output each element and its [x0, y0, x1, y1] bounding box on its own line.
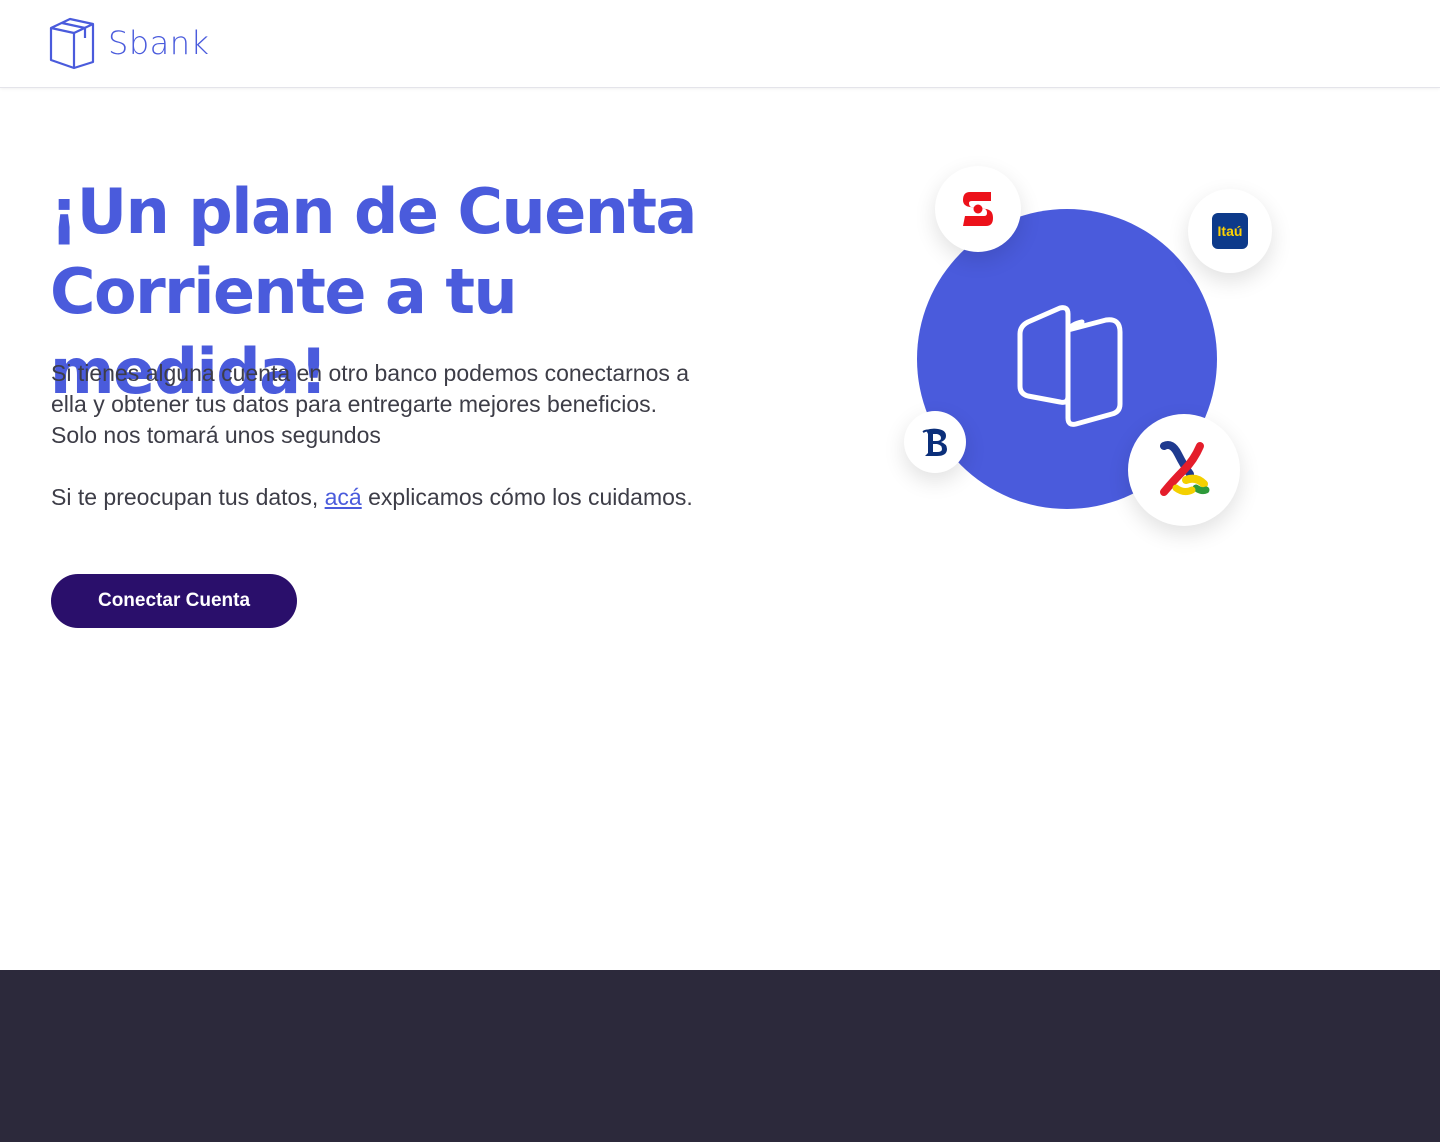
- connect-account-button[interactable]: Conectar Cuenta: [51, 574, 297, 628]
- itau-bubble: Itaú: [1188, 189, 1272, 273]
- sbank-logo-icon: [49, 17, 95, 70]
- privacy-note: Si te preocupan tus datos, acá explicamo…: [51, 482, 693, 513]
- sbank-mark-icon: [1017, 305, 1123, 427]
- site-footer: [0, 970, 1440, 1142]
- scotiabank-logo-icon: [963, 192, 993, 226]
- falabella-bubble: [1128, 414, 1240, 526]
- hero-title-line-1: ¡Un plan de Cuenta: [50, 175, 697, 248]
- privacy-link[interactable]: acá: [325, 484, 362, 510]
- scotiabank-bubble: [935, 166, 1021, 252]
- privacy-note-before: Si te preocupan tus datos,: [51, 484, 325, 510]
- bice-logo-icon: [922, 428, 947, 456]
- hero-description: Si tienes alguna cuenta en otro banco po…: [51, 358, 751, 451]
- site-header: Sbank: [0, 0, 1440, 88]
- bice-bubble: [904, 411, 966, 473]
- brand-logo-link[interactable]: Sbank: [48, 16, 210, 70]
- privacy-note-after: explicamos cómo los cuidamos.: [361, 484, 693, 510]
- itau-logo-icon: Itaú: [1212, 213, 1248, 249]
- hero-description-line-1: Si tienes alguna cuenta en otro banco po…: [51, 360, 690, 386]
- falabella-logo-icon: [1160, 441, 1210, 496]
- brand-name: Sbank: [108, 24, 210, 62]
- hero-description-line-3: Solo nos tomará unos segundos: [51, 422, 381, 448]
- itau-logo-text: Itaú: [1217, 223, 1243, 239]
- hero-description-line-2: ella y obtener tus datos para entregarte…: [51, 391, 658, 417]
